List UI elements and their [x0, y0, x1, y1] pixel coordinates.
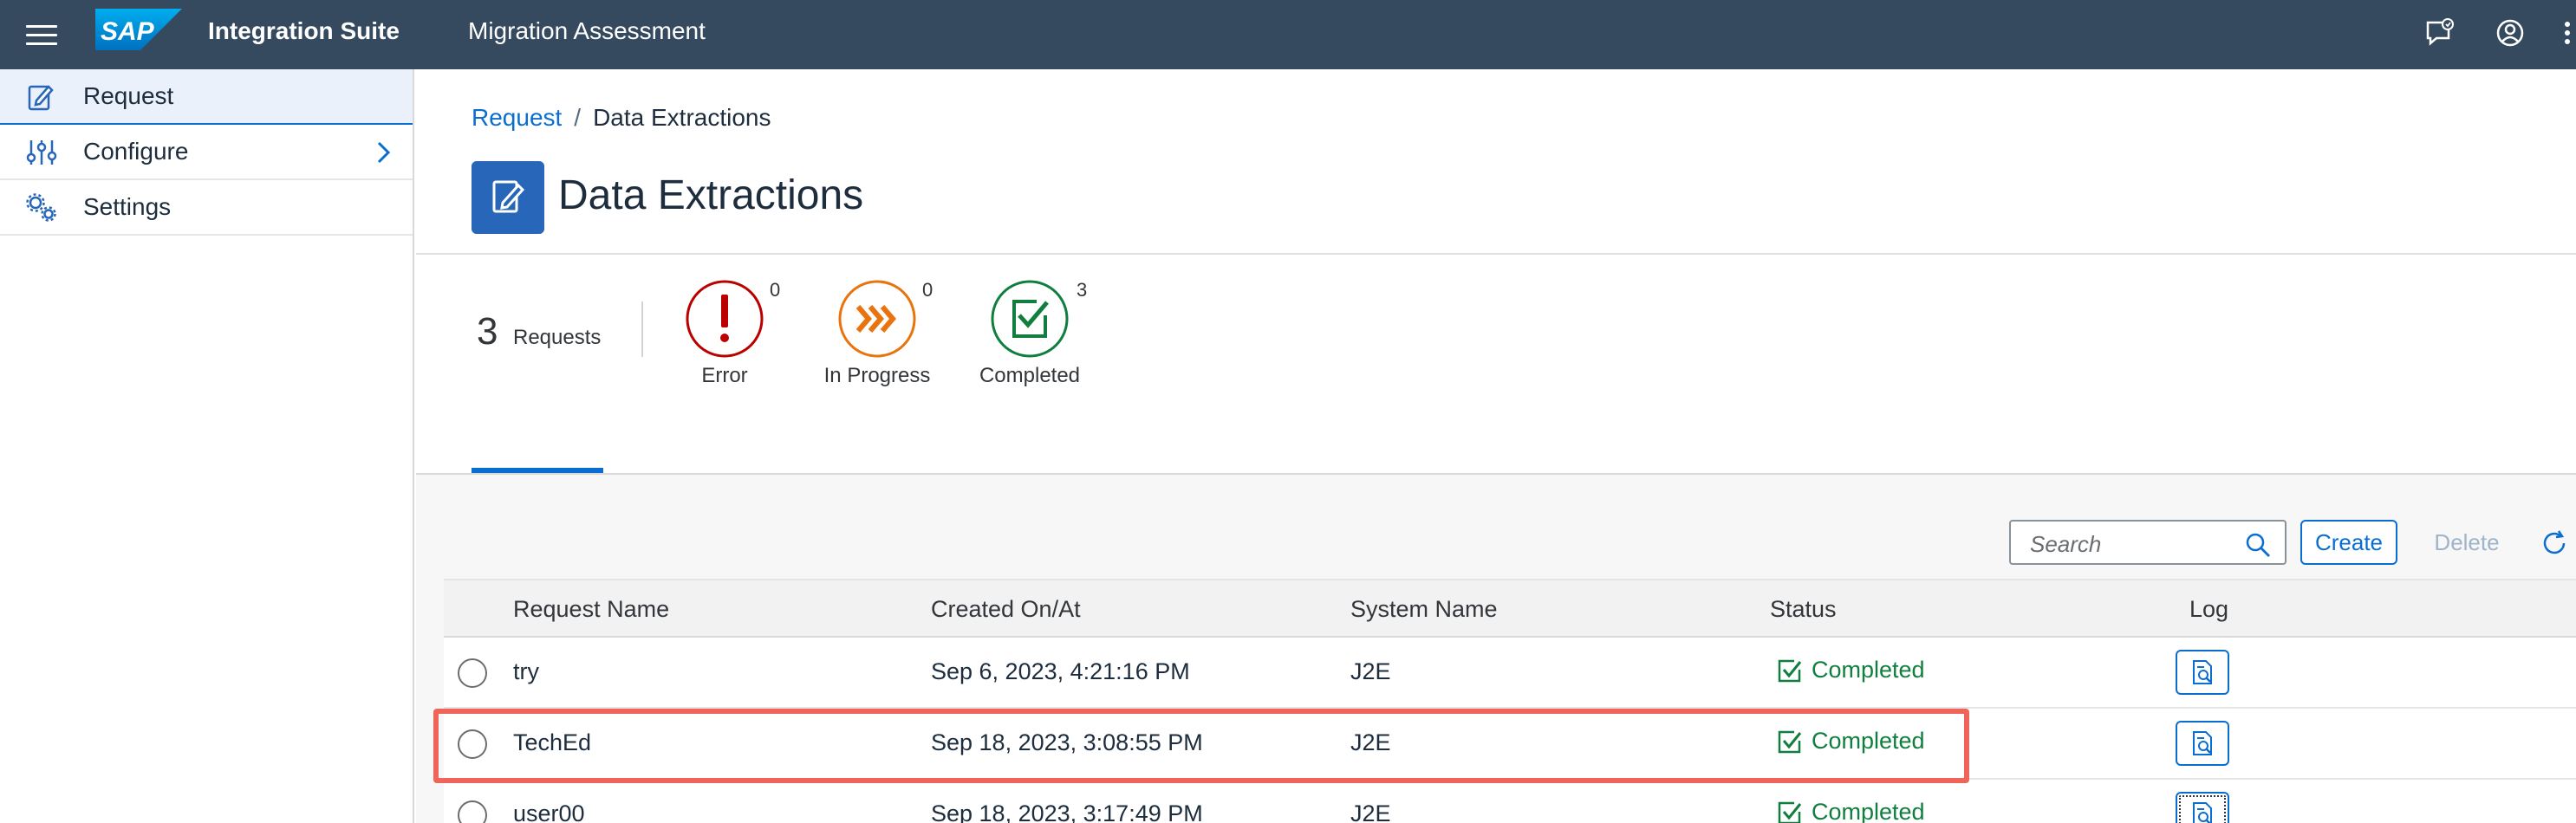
view-log-button[interactable]	[2176, 792, 2229, 823]
cell-system: J2E	[1350, 658, 1391, 684]
cell-status: Completed	[1777, 657, 1925, 684]
user-icon[interactable]	[2493, 16, 2527, 50]
breadcrumb-link-request[interactable]: Request	[472, 104, 562, 131]
cell-status: Completed	[1777, 799, 1925, 823]
delete-button[interactable]: Delete	[2418, 520, 2515, 565]
log-icon	[2193, 660, 2212, 684]
tab-count: 3	[1077, 279, 1088, 301]
row-select-radio[interactable]	[458, 800, 487, 823]
sidebar-item-settings[interactable]: Settings	[0, 180, 413, 236]
cell-system: J2E	[1350, 800, 1391, 823]
error-icon	[686, 280, 764, 358]
search-field[interactable]: Search	[2009, 520, 2287, 565]
table-row[interactable]: try Sep 6, 2023, 4:21:16 PM J2E Complete…	[444, 638, 2576, 709]
side-navigation: Request Configure Settings	[0, 69, 414, 823]
row-select-radio[interactable]	[458, 729, 487, 759]
status-text: Completed	[1812, 799, 1925, 823]
completed-check-icon	[1778, 801, 1802, 823]
status-text: Completed	[1812, 728, 1925, 754]
main-content: Request / Data Extractions Data Extraction…	[416, 69, 2576, 823]
completed-icon	[991, 280, 1069, 358]
icon-tab-bar: 3 Requests Error 0 In Progress 0 Complet…	[416, 255, 2576, 476]
cell-request-name: user00	[513, 800, 585, 823]
menu-icon[interactable]	[26, 19, 57, 50]
app-title: Integration Suite	[208, 17, 400, 44]
in-progress-icon	[838, 280, 916, 358]
overflow-icon[interactable]	[2559, 16, 2576, 50]
breadcrumb-separator: /	[574, 104, 582, 131]
feedback-icon[interactable]	[2423, 16, 2458, 50]
column-header-status[interactable]: Status	[1770, 596, 1837, 623]
breadcrumb: Request / Data Extractions	[472, 104, 771, 132]
tab-completed[interactable]: Completed 3	[943, 279, 1116, 409]
cell-request-name: TechEd	[513, 729, 592, 755]
view-log-button[interactable]	[2176, 650, 2229, 695]
sap-logo[interactable]: SAP	[95, 9, 182, 50]
request-icon	[28, 85, 54, 111]
requests-table: Request Name Created On/At System Name S…	[444, 579, 2576, 823]
view-log-button[interactable]	[2176, 721, 2229, 766]
tab-label: Error	[701, 364, 748, 387]
breadcrumb-current: Data Extractions	[593, 104, 771, 131]
table-section: Search Create Delete Request Name Create…	[416, 475, 2576, 823]
tab-label: Requests	[513, 326, 602, 349]
log-icon	[2193, 802, 2212, 823]
sidebar-item-configure[interactable]: Configure	[0, 125, 413, 180]
sidebar-item-label: Request	[83, 82, 174, 109]
cell-created: Sep 6, 2023, 4:21:16 PM	[931, 658, 1190, 684]
sidebar-item-label: Settings	[83, 193, 172, 220]
table-row[interactable]: TechEd Sep 18, 2023, 3:08:55 PM J2E Comp…	[444, 709, 2576, 780]
shell-bar: SAP Integration Suite Migration Assessme…	[0, 0, 2576, 69]
column-header-system[interactable]: System Name	[1350, 596, 1498, 623]
column-header-log[interactable]: Log	[2189, 596, 2228, 623]
completed-check-icon	[1778, 730, 1802, 753]
status-text: Completed	[1812, 657, 1925, 683]
gears-icon	[26, 193, 56, 222]
cell-request-name: try	[513, 658, 539, 684]
app-subtitle: Migration Assessment	[468, 17, 706, 44]
tab-error[interactable]: Error 0	[638, 279, 811, 409]
svg-text:SAP: SAP	[101, 17, 155, 46]
tab-label: In Progress	[823, 364, 931, 387]
log-icon	[2193, 731, 2212, 755]
table-row[interactable]: user00 Sep 18, 2023, 3:17:49 PM J2E Comp…	[444, 780, 2576, 823]
sidebar-item-request[interactable]: Request	[0, 69, 413, 125]
table-header: Request Name Created On/At System Name S…	[444, 579, 2576, 638]
tab-count: 0	[770, 279, 781, 301]
cell-status: Completed	[1777, 728, 1925, 755]
search-icon[interactable]	[2245, 532, 2271, 558]
refresh-icon[interactable]	[2540, 528, 2569, 558]
cell-system: J2E	[1350, 729, 1391, 755]
tab-count: 3	[477, 310, 498, 353]
request-icon	[472, 161, 544, 234]
search-input[interactable]: Search	[2030, 531, 2101, 558]
cell-created: Sep 18, 2023, 3:08:55 PM	[931, 729, 1203, 755]
tab-label: Completed	[979, 364, 1081, 387]
tab-in-progress[interactable]: In Progress 0	[790, 279, 964, 409]
sliders-icon	[26, 140, 57, 165]
cell-created: Sep 18, 2023, 3:17:49 PM	[931, 800, 1203, 823]
completed-check-icon	[1778, 659, 1802, 682]
tab-count: 0	[922, 279, 933, 301]
create-button[interactable]: Create	[2300, 520, 2397, 565]
chevron-right-icon[interactable]	[371, 140, 395, 165]
column-header-created[interactable]: Created On/At	[931, 596, 1081, 623]
sidebar-item-label: Configure	[83, 138, 189, 165]
page-title: Data Extractions	[558, 172, 864, 218]
row-select-radio[interactable]	[458, 658, 487, 688]
column-header-request-name[interactable]: Request Name	[513, 596, 669, 623]
